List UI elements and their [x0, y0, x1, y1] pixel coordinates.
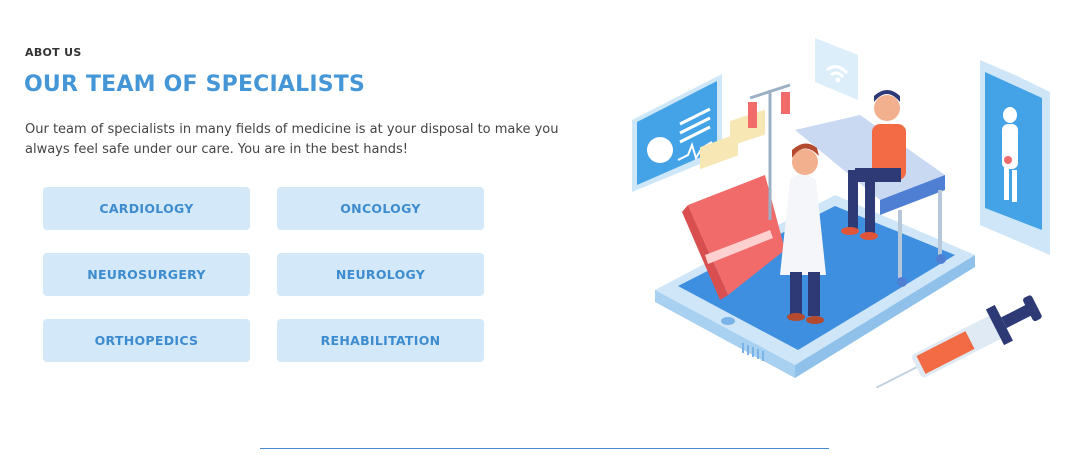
section-divider: [260, 448, 829, 449]
phone-icon: [980, 60, 1050, 255]
specialty-button-cardiology[interactable]: CARDIOLOGY: [43, 187, 250, 230]
wifi-icon: [815, 38, 858, 100]
specialties-grid: CARDIOLOGY ONCOLOGY NEUROSURGERY NEUROLO…: [43, 187, 485, 362]
specialty-button-rehabilitation[interactable]: REHABILITATION: [277, 319, 484, 362]
specialty-button-oncology[interactable]: ONCOLOGY: [277, 187, 484, 230]
section-title: OUR TEAM OF SPECIALISTS: [24, 72, 366, 97]
specialty-button-orthopedics[interactable]: ORTHOPEDICS: [43, 319, 250, 362]
specialty-button-neurosurgery[interactable]: NEUROSURGERY: [43, 253, 250, 296]
medical-team-illustration: [632, 38, 1050, 389]
section-kicker: ABOT US: [25, 46, 82, 59]
monitor-icon: [632, 74, 722, 192]
specialty-button-neurology[interactable]: NEUROLOGY: [277, 253, 484, 296]
section-description: Our team of specialists in many fields o…: [25, 122, 559, 157]
